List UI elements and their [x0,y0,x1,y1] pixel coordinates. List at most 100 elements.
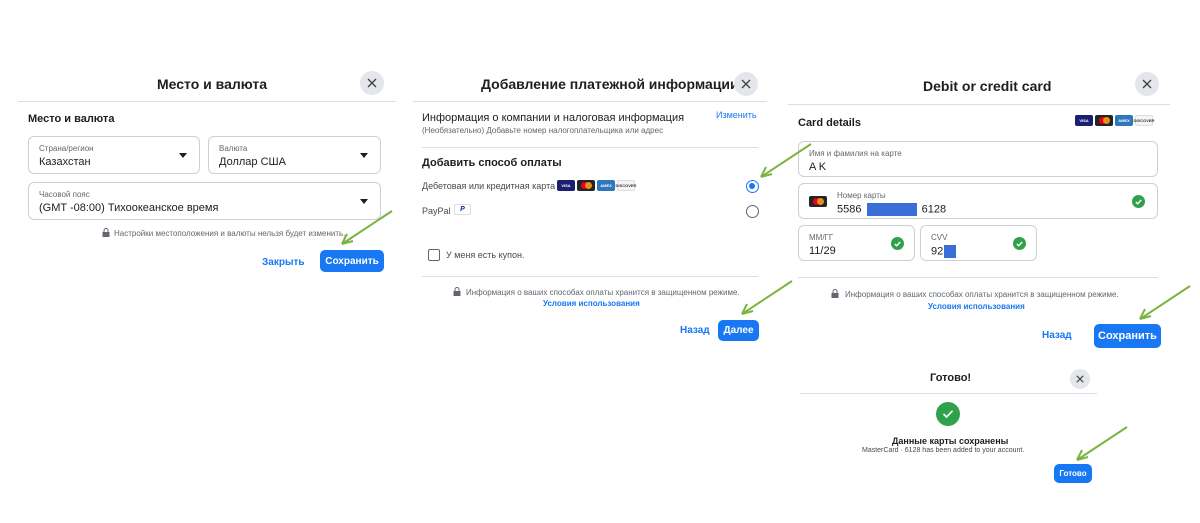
dialog-title: Debit or credit card [923,78,1052,94]
field-label: Часовой пояс [39,190,90,199]
mastercard-icon [577,180,595,191]
next-button[interactable]: Далее [718,320,759,341]
divider [798,277,1158,278]
success-message: MasterCard · 6128 has been added to your… [862,447,1025,454]
divider [422,147,758,148]
paypal-option-radio[interactable] [746,205,759,218]
field-label: Номер карты [837,191,886,200]
done-button[interactable]: Готово [1054,464,1092,483]
close-icon [367,78,377,88]
divider [800,393,1097,394]
country-select[interactable]: Страна/регион Казахстан [28,136,200,174]
lock-icon [453,287,461,296]
close-button[interactable] [734,72,758,96]
visa-icon: VISA [1075,115,1093,126]
save-button[interactable]: Сохранить [1094,324,1161,348]
redacted-block [866,203,917,216]
close-text-button[interactable]: Закрыть [262,257,305,268]
close-icon [1076,375,1084,383]
expiry-field[interactable]: ММ/ГГ 11/29 [798,225,915,261]
mastercard-icon [809,196,827,207]
field-label: CVV [931,233,948,242]
coupon-checkbox[interactable] [428,249,440,261]
terms-link[interactable]: Условия использования [543,299,640,308]
cvv-field[interactable]: CVV 92 [920,225,1037,261]
field-label: ММ/ГГ [809,233,834,242]
save-button[interactable]: Сохранить [320,250,384,272]
annotation-arrow [1076,426,1128,461]
back-button[interactable]: Назад [1042,330,1072,341]
coupon-label: У меня есть купон. [446,250,525,260]
dialog-title: Готово! [930,372,972,384]
amex-icon: AMEX [597,180,615,191]
company-info-heading: Информация о компании и налоговая информ… [422,112,685,124]
success-check-icon [936,402,960,426]
card-brand-logos: VISA AMEX DISCOVER [1075,115,1154,126]
card-number-field[interactable]: Номер карты 5586 6128 [798,183,1158,219]
redacted-block [944,245,957,258]
check-icon [891,237,904,250]
close-button[interactable] [1070,369,1090,389]
card-details-heading: Card details [798,117,861,129]
annotation-arrow [760,143,812,178]
card-number-prefix: 5586 [837,203,862,216]
close-icon [741,79,751,89]
paypal-option-label: PayPal [422,206,451,216]
field-label: Имя и фамилия на карте [809,149,902,158]
success-heading: Данные карты сохранены [892,436,1009,446]
cvv-value: 92 [931,245,944,258]
divider [422,276,758,277]
company-info-subtext: (Необязательно) Добавьте номер налогопла… [422,126,664,135]
payment-method-heading: Добавить способ оплаты [422,157,562,169]
section-heading: Место и валюта [28,113,115,125]
close-button[interactable] [360,71,384,95]
dialog-title: Добавление платежной информации [481,76,739,92]
check-icon [1132,195,1145,208]
lock-icon [102,228,110,237]
location-currency-dialog: Место и валюта Место и валюта Страна/рег… [18,62,396,282]
close-button[interactable] [1135,72,1159,96]
check-icon [1013,237,1026,250]
card-number-suffix: 6128 [921,203,947,216]
discover-icon: DISCOVER [1134,115,1154,126]
annotation-arrow [1139,285,1191,320]
back-button[interactable]: Назад [680,325,710,336]
divider [413,101,767,102]
mastercard-icon [1095,115,1113,126]
field-value: 5586 6128 [837,203,946,216]
lock-icon [831,289,839,298]
field-label: Валюта [219,144,248,153]
card-option-radio[interactable] [746,180,759,193]
secure-note: Информация о ваших способах оплаты храни… [466,288,740,297]
paypal-icon: P [454,204,471,215]
edit-link[interactable]: Изменить [716,110,757,120]
currency-select[interactable]: Валюта Доллар США [208,136,381,174]
chevron-down-icon [179,153,187,158]
annotation-arrow [741,280,793,315]
terms-link[interactable]: Условия использования [928,302,1025,311]
chevron-down-icon [360,153,368,158]
divider [788,104,1170,105]
secure-note: Информация о ваших способах оплаты храни… [845,290,1119,299]
discover-icon: DISCOVER [616,180,636,191]
timezone-select[interactable]: Часовой пояс (GMT -08:00) Тихоокеанское … [28,182,381,220]
cardholder-name-field[interactable]: Имя и фамилия на карте A K [798,141,1158,177]
card-brand-logos: VISA AMEX DISCOVER [557,180,636,191]
card-dialog: Debit or credit card Card details VISA A… [788,62,1170,356]
annotation-arrow [341,210,393,245]
field-label: Страна/регион [39,144,94,153]
dialog-title: Место и валюта [157,76,268,92]
field-value: 11/29 [809,245,836,257]
field-value: Доллар США [219,156,286,168]
payment-info-dialog: Добавление платежной информации Информац… [413,62,767,352]
chevron-down-icon [360,199,368,204]
field-value: 92 [931,245,957,258]
success-dialog: Готово! Данные карты сохранены MasterCar… [800,364,1097,490]
divider [18,101,396,102]
field-value: Казахстан [39,156,91,168]
close-icon [1142,79,1152,89]
card-option-label: Дебетовая или кредитная карта [422,181,556,191]
field-value: (GMT -08:00) Тихоокеанское время [39,202,219,214]
amex-icon: AMEX [1115,115,1133,126]
visa-icon: VISA [557,180,575,191]
